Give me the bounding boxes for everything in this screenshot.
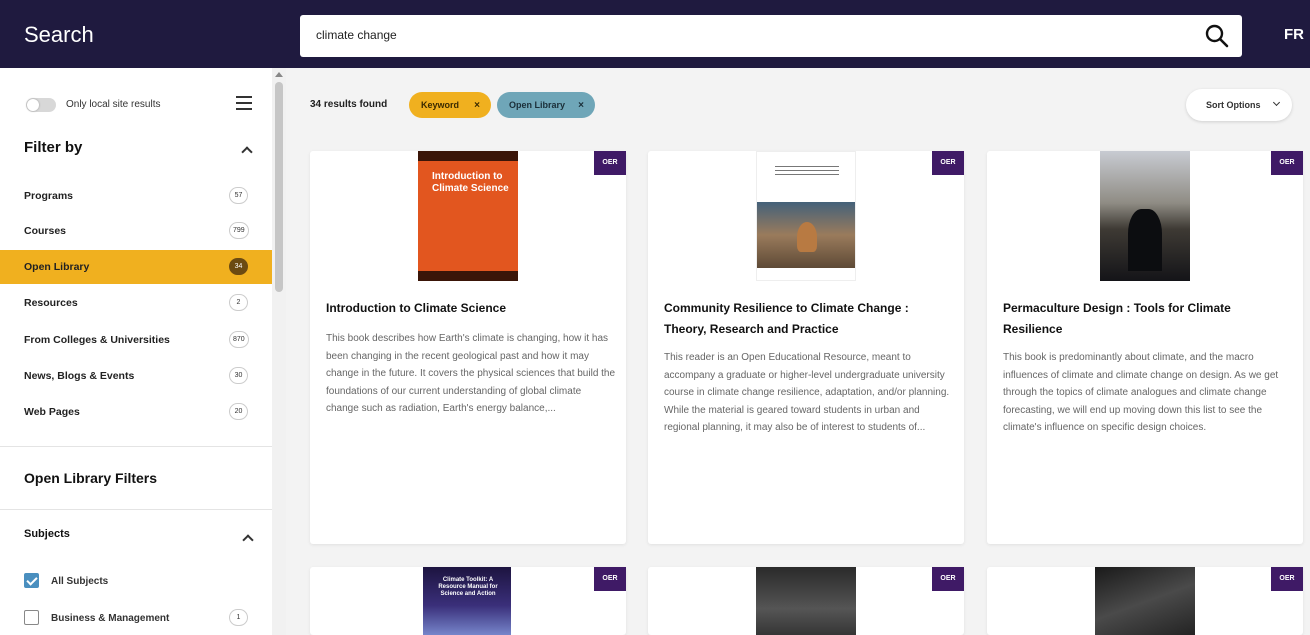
scroll-up-arrow[interactable] (275, 72, 283, 77)
book-cover[interactable] (1095, 567, 1195, 635)
result-card[interactable]: OER (648, 567, 964, 635)
search-icon[interactable] (1204, 23, 1230, 49)
book-cover[interactable] (756, 151, 856, 281)
top-header: Search climate change FR (0, 0, 1310, 68)
filter-item-programs[interactable]: Programs 57 (0, 179, 272, 213)
filter-item-courses[interactable]: Courses 799 (0, 214, 272, 248)
chevron-up-icon[interactable] (241, 146, 253, 158)
chip-label: Keyword (421, 100, 460, 110)
open-library-filters-title: Open Library Filters (24, 470, 158, 486)
close-icon[interactable]: × (474, 100, 480, 111)
filter-item-colleges[interactable]: From Colleges & Universities 870 (0, 323, 272, 357)
subject-count-badge: 1 (229, 609, 248, 626)
filter-chip-open-library[interactable]: Open Library × (497, 92, 595, 118)
result-card[interactable]: OER (987, 567, 1303, 635)
result-card[interactable]: Climate Toolkit: A Resource Manual for S… (310, 567, 626, 635)
oer-badge: OER (932, 151, 964, 175)
book-cover[interactable]: Climate Toolkit: A Resource Manual for S… (423, 567, 511, 635)
filter-chip-keyword[interactable]: Keyword × (409, 92, 491, 118)
filter-item-resources[interactable]: Resources 2 (0, 286, 272, 320)
filter-count-badge: 30 (229, 367, 248, 384)
filter-label: Courses (24, 225, 67, 237)
filter-item-news[interactable]: News, Blogs & Events 30 (0, 359, 272, 393)
filter-item-web-pages[interactable]: Web Pages 20 (0, 395, 272, 429)
book-cover[interactable] (1100, 151, 1190, 281)
subject-label: All Subjects (51, 576, 109, 587)
divider (0, 446, 272, 447)
chip-label: Open Library (509, 100, 566, 110)
book-cover[interactable]: Introduction to Climate Science (418, 151, 518, 281)
menu-icon[interactable] (236, 96, 252, 110)
book-cover[interactable] (756, 567, 856, 635)
card-description: This book describes how Earth's climate … (326, 333, 616, 414)
filter-count-badge: 34 (229, 258, 248, 275)
sort-label: Sort Options (1206, 100, 1261, 110)
filter-label: Open Library (24, 261, 90, 273)
search-query[interactable]: climate change (316, 28, 397, 42)
oer-badge: OER (1271, 151, 1303, 175)
checkbox[interactable] (24, 610, 39, 625)
card-title[interactable]: Community Resilience to Climate Change :… (664, 298, 954, 340)
card-description: This reader is an Open Educational Resou… (664, 352, 950, 433)
filter-count-badge: 870 (229, 331, 249, 348)
oer-badge: OER (594, 567, 626, 591)
result-card[interactable]: Introduction to Climate Science OER Intr… (310, 151, 626, 544)
oer-badge: OER (594, 151, 626, 175)
oer-badge: OER (932, 567, 964, 591)
sort-options-button[interactable]: Sort Options (1186, 89, 1292, 121)
filter-count-badge: 2 (229, 294, 248, 311)
card-title[interactable]: Introduction to Climate Science (326, 298, 616, 319)
card-title[interactable]: Permaculture Design : Tools for Climate … (1003, 298, 1293, 340)
chevron-up-icon[interactable] (242, 534, 254, 546)
filter-label: From Colleges & Universities (24, 334, 170, 346)
scroll-thumb[interactable] (275, 82, 283, 292)
filter-label: Programs (24, 190, 74, 202)
filter-label: News, Blogs & Events (24, 370, 135, 382)
subject-business[interactable]: Business & Management 1 (24, 609, 272, 628)
filter-label: Resources (24, 297, 78, 309)
filter-count-badge: 799 (229, 222, 249, 239)
local-results-toggle[interactable] (26, 98, 56, 112)
card-description: This book is predominantly about climate… (1003, 352, 1279, 433)
page-title: Search (24, 22, 94, 47)
sidebar-scrollbar[interactable] (272, 68, 286, 635)
divider (0, 509, 272, 510)
close-icon[interactable]: × (578, 100, 584, 111)
subjects-title: Subjects (24, 528, 70, 540)
filter-by-title: Filter by (24, 139, 83, 156)
chevron-down-icon (1272, 98, 1281, 107)
filter-count-badge: 57 (229, 187, 248, 204)
checkbox-checked[interactable] (24, 573, 39, 588)
results-count: 34 results found (310, 99, 388, 110)
oer-badge: OER (1271, 567, 1303, 591)
search-input[interactable]: climate change (300, 15, 1242, 57)
filter-count-badge: 20 (229, 403, 248, 420)
result-card[interactable]: OER Community Resilience to Climate Chan… (648, 151, 964, 544)
filter-item-open-library[interactable]: Open Library 34 (0, 250, 272, 284)
local-results-label: Only local site results (66, 99, 161, 110)
filter-sidebar: Only local site results Filter by Progra… (0, 68, 286, 635)
cover-title: Introduction to Climate Science (432, 171, 509, 194)
language-toggle[interactable]: FR (1284, 26, 1304, 43)
subject-label: Business & Management (51, 613, 170, 624)
filter-label: Web Pages (24, 406, 80, 418)
cover-title: Climate Toolkit: A Resource Manual for S… (438, 577, 498, 597)
result-card[interactable]: OER Permaculture Design : Tools for Clim… (987, 151, 1303, 544)
